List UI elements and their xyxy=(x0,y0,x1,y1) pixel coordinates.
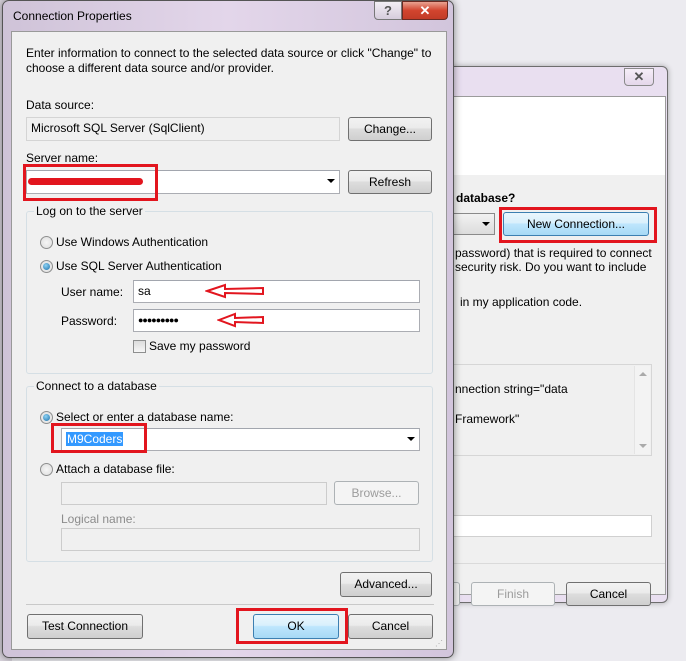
connection-string-scrollbar[interactable] xyxy=(634,366,650,454)
attach-database-radio[interactable] xyxy=(40,463,53,476)
database-name-combobox[interactable]: M9Coders xyxy=(61,428,420,451)
change-button[interactable]: Change... xyxy=(348,117,432,141)
finish-button[interactable]: Finish xyxy=(471,582,555,606)
data-source-field: Microsoft SQL Server (SqlClient) xyxy=(26,117,340,141)
dialog-title: Connection Properties xyxy=(13,9,132,23)
wizard-option-text: in my application code. xyxy=(460,295,583,309)
database-name-value: M9Coders xyxy=(66,432,124,446)
close-icon: ✕ xyxy=(419,3,431,18)
database-group-title: Connect to a database xyxy=(34,379,159,393)
windows-auth-label[interactable]: Use Windows Authentication xyxy=(56,235,208,249)
wizard-question: database? xyxy=(456,191,516,205)
server-name-label: Server name: xyxy=(26,151,99,165)
sql-auth-radio[interactable] xyxy=(40,260,53,273)
scroll-up-icon xyxy=(639,372,647,376)
cancel-button[interactable]: Cancel xyxy=(348,614,433,639)
close-icon: ✕ xyxy=(633,69,645,84)
wizard-footer-divider xyxy=(451,563,665,564)
logon-group-title: Log on to the server xyxy=(34,204,145,218)
arrow-annotation-username xyxy=(205,283,264,299)
help-button[interactable]: ? xyxy=(374,1,402,20)
logical-name-input[interactable] xyxy=(61,528,420,551)
wizard-close-button[interactable]: ✕ xyxy=(624,68,654,86)
data-source-label: Data source: xyxy=(26,98,95,112)
save-password-label[interactable]: Save my password xyxy=(149,339,250,353)
arrow-annotation-password xyxy=(217,312,264,328)
dialog-close-button[interactable]: ✕ xyxy=(402,1,448,20)
ok-button[interactable]: OK xyxy=(253,614,339,639)
resize-grip-icon[interactable]: ⋰ xyxy=(435,639,445,649)
chevron-down-icon xyxy=(407,437,415,441)
chevron-down-icon xyxy=(327,179,335,183)
chevron-down-icon xyxy=(482,222,490,226)
username-input[interactable]: sa xyxy=(133,280,420,303)
refresh-button[interactable]: Refresh xyxy=(348,170,432,194)
wizard-cancel-button[interactable]: Cancel xyxy=(566,582,651,606)
attach-file-input[interactable] xyxy=(61,482,327,505)
help-icon: ? xyxy=(384,3,392,18)
save-password-checkbox[interactable] xyxy=(133,340,146,353)
wizard-warning-line-2: security risk. Do you want to include xyxy=(455,260,647,274)
sql-auth-label[interactable]: Use SQL Server Authentication xyxy=(56,259,222,273)
windows-auth-radio[interactable] xyxy=(40,236,53,249)
connection-string-box xyxy=(450,364,652,456)
attach-database-label[interactable]: Attach a database file: xyxy=(56,462,175,476)
advanced-button[interactable]: Advanced... xyxy=(340,572,432,597)
wizard-connection-name-input[interactable] xyxy=(450,515,652,537)
password-label: Password: xyxy=(61,314,118,328)
scroll-down-icon xyxy=(639,444,647,448)
browse-button[interactable]: Browse... xyxy=(334,481,419,505)
test-connection-button[interactable]: Test Connection xyxy=(27,614,143,639)
wizard-warning-line-1: password) that is required to connect xyxy=(455,246,652,260)
wizard-header-banner xyxy=(451,97,665,175)
intro-text: Enter information to connect to the sele… xyxy=(26,46,432,75)
select-database-label[interactable]: Select or enter a database name: xyxy=(56,410,233,424)
select-database-radio[interactable] xyxy=(40,411,53,424)
username-label: User name: xyxy=(61,285,124,299)
password-input[interactable]: ●●●●●●●●● xyxy=(133,309,420,332)
connection-string-line-1: nnection string="data xyxy=(455,382,568,396)
connection-string-line-2: Framework" xyxy=(455,412,520,426)
logical-name-label: Logical name: xyxy=(61,512,136,526)
footer-divider xyxy=(26,604,434,605)
new-connection-button[interactable]: New Connection... xyxy=(503,212,649,236)
redacted-server-name xyxy=(28,178,143,185)
